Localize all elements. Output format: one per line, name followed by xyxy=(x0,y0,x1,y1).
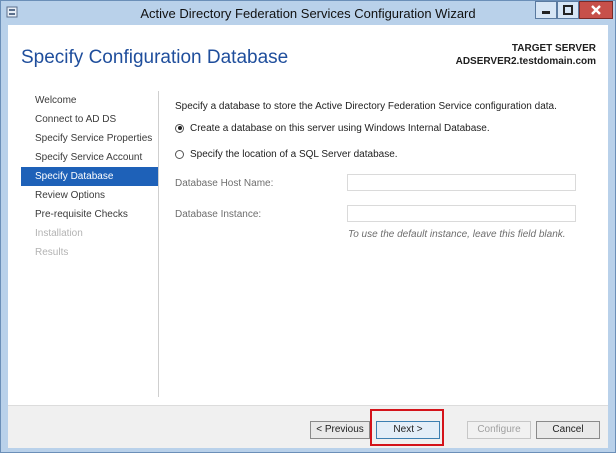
step-review-options[interactable]: Review Options xyxy=(21,186,158,205)
step-welcome[interactable]: Welcome xyxy=(21,91,158,110)
title-bar[interactable]: Active Directory Federation Services Con… xyxy=(1,1,615,25)
maximize-icon xyxy=(563,5,573,15)
database-description: Specify a database to store the Active D… xyxy=(175,101,557,112)
step-results: Results xyxy=(35,247,69,258)
step-specify-database[interactable]: Specify Database xyxy=(21,167,158,186)
close-button[interactable] xyxy=(579,1,613,19)
window-title: Active Directory Federation Services Con… xyxy=(140,6,476,21)
radio-internal-database[interactable] xyxy=(175,123,184,133)
minimize-icon xyxy=(542,11,550,14)
step-service-account[interactable]: Specify Service Account xyxy=(21,148,158,167)
database-host-label: Database Host Name: xyxy=(175,178,274,189)
close-icon xyxy=(591,5,601,15)
option-internal-database[interactable]: Create a database on this server using W… xyxy=(175,121,490,135)
wizard-window: Active Directory Federation Services Con… xyxy=(0,0,616,453)
configure-button: Configure xyxy=(467,421,531,439)
previous-button[interactable]: < Previous xyxy=(310,421,370,439)
minimize-button[interactable] xyxy=(535,1,557,19)
database-instance-label: Database Instance: xyxy=(175,209,262,220)
database-host-input[interactable] xyxy=(347,174,576,191)
step-service-properties[interactable]: Specify Service Properties xyxy=(21,129,158,148)
wizard-content: Specify Configuration Database TARGET SE… xyxy=(8,25,608,405)
instance-hint: To use the default instance, leave this … xyxy=(348,229,566,240)
wizard-footer: < Previous Next > Configure Cancel xyxy=(8,405,608,448)
step-installation: Installation xyxy=(35,228,83,239)
radio-sql-server[interactable] xyxy=(175,149,184,159)
page-title: Specify Configuration Database xyxy=(21,47,289,68)
target-server-label: TARGET SERVER xyxy=(511,43,596,54)
wizard-steps: Welcome Connect to AD DS Specify Service… xyxy=(21,91,158,262)
option-sql-label: Specify the location of a SQL Server dat… xyxy=(190,148,398,160)
step-connect-ad-ds[interactable]: Connect to AD DS xyxy=(21,110,158,129)
target-server-name: ADSERVER2.testdomain.com xyxy=(455,56,596,67)
database-instance-input[interactable] xyxy=(347,205,576,222)
step-prerequisite-checks[interactable]: Pre-requisite Checks xyxy=(21,205,158,224)
next-button-highlight xyxy=(370,409,444,446)
cancel-button[interactable]: Cancel xyxy=(536,421,600,439)
steps-divider xyxy=(158,91,159,397)
option-internal-label: Create a database on this server using W… xyxy=(190,122,490,134)
option-sql-server[interactable]: Specify the location of a SQL Server dat… xyxy=(175,147,398,161)
maximize-button[interactable] xyxy=(557,1,579,19)
